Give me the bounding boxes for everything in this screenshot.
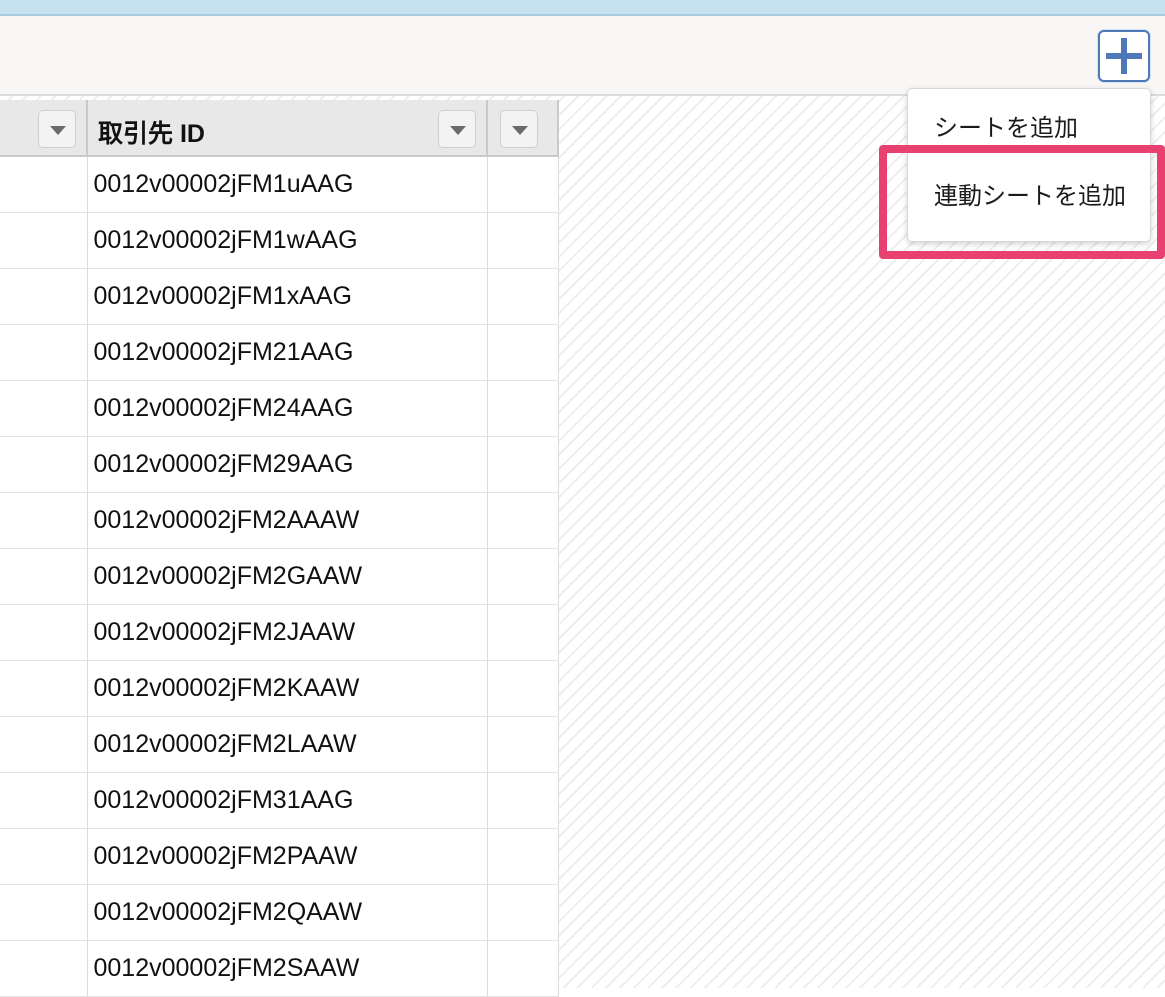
account-id-cell[interactable]: 0012v00002jFM29AAG xyxy=(87,436,488,493)
table-row[interactable]: 0012v00002jFM2JAAW xyxy=(0,604,559,661)
account-id-cell[interactable]: 0012v00002jFM1uAAG xyxy=(87,156,488,213)
account-id-cell[interactable]: 0012v00002jFM2QAAW xyxy=(87,884,488,941)
plus-icon xyxy=(1106,38,1142,74)
table-cell[interactable] xyxy=(0,716,88,773)
table-cell[interactable] xyxy=(0,324,88,381)
column-header xyxy=(0,100,88,157)
table-cell[interactable] xyxy=(0,268,88,325)
table-row[interactable]: 0012v00002jFM2KAAW xyxy=(0,660,559,717)
column-header-account-id: 取引先 ID xyxy=(87,100,488,157)
table-cell[interactable] xyxy=(0,436,88,493)
add-sheet-button[interactable] xyxy=(1098,30,1150,82)
menu-item-add-linked-sheet[interactable]: 連動シートを追加 xyxy=(908,169,1150,225)
table-cell[interactable] xyxy=(487,324,559,381)
table-cell[interactable] xyxy=(0,380,88,437)
table-cell[interactable] xyxy=(487,156,559,213)
column-menu-button[interactable] xyxy=(38,110,76,148)
account-id-cell[interactable]: 0012v00002jFM2LAAW xyxy=(87,716,488,773)
sheet-toolbar xyxy=(0,16,1165,96)
table-cell[interactable] xyxy=(487,828,559,885)
table-row[interactable]: 0012v00002jFM21AAG xyxy=(0,324,559,381)
account-id-cell[interactable]: 0012v00002jFM2AAAW xyxy=(87,492,488,549)
table-row[interactable]: 0012v00002jFM2GAAW xyxy=(0,548,559,605)
account-id-cell[interactable]: 0012v00002jFM2JAAW xyxy=(87,604,488,661)
account-id-cell[interactable]: 0012v00002jFM2GAAW xyxy=(87,548,488,605)
table-cell[interactable] xyxy=(487,268,559,325)
window-top-bar xyxy=(0,0,1165,16)
table-row[interactable]: 0012v00002jFM1xAAG xyxy=(0,268,559,325)
account-id-cell[interactable]: 0012v00002jFM1wAAG xyxy=(87,212,488,269)
table-cell[interactable] xyxy=(0,660,88,717)
table-row[interactable]: 0012v00002jFM29AAG xyxy=(0,436,559,493)
table-cell[interactable] xyxy=(487,380,559,437)
table-row[interactable]: 0012v00002jFM2QAAW xyxy=(0,884,559,941)
table-cell[interactable] xyxy=(0,492,88,549)
table-cell[interactable] xyxy=(487,436,559,493)
account-id-cell[interactable]: 0012v00002jFM24AAG xyxy=(87,380,488,437)
table-cell[interactable] xyxy=(487,772,559,829)
header-row: 取引先 ID xyxy=(0,100,559,157)
table-cell[interactable] xyxy=(487,492,559,549)
menu-item-add-sheet[interactable]: シートを追加 xyxy=(908,101,1150,157)
account-id-cell[interactable]: 0012v00002jFM31AAG xyxy=(87,772,488,829)
account-id-cell[interactable]: 0012v00002jFM1xAAG xyxy=(87,268,488,325)
add-sheet-menu: シートを追加 連動シートを追加 xyxy=(907,88,1151,242)
table-cell[interactable] xyxy=(487,660,559,717)
table-cell[interactable] xyxy=(0,548,88,605)
account-id-cell[interactable]: 0012v00002jFM2KAAW xyxy=(87,660,488,717)
table-cell[interactable] xyxy=(0,156,88,213)
table-cell[interactable] xyxy=(0,772,88,829)
table-row[interactable]: 0012v00002jFM1uAAG xyxy=(0,156,559,213)
table-cell[interactable] xyxy=(487,548,559,605)
data-table: 取引先 ID 0012v00002jFM1uAAG 0012v00002jFM1w… xyxy=(0,100,559,997)
table-row[interactable]: 0012v00002jFM24AAG xyxy=(0,380,559,437)
table-row[interactable]: 0012v00002jFM2LAAW xyxy=(0,716,559,773)
account-id-cell[interactable]: 0012v00002jFM21AAG xyxy=(87,324,488,381)
table-cell[interactable] xyxy=(0,828,88,885)
table-cell[interactable] xyxy=(0,212,88,269)
table-cell[interactable] xyxy=(0,604,88,661)
table-cell[interactable] xyxy=(487,212,559,269)
column-header xyxy=(487,100,559,157)
column-header-label: 取引先 ID xyxy=(98,120,205,148)
table-cell[interactable] xyxy=(487,604,559,661)
table-row[interactable]: 0012v00002jFM31AAG xyxy=(0,772,559,829)
table-cell[interactable] xyxy=(487,884,559,941)
table-cell[interactable] xyxy=(0,884,88,941)
table-row[interactable]: 0012v00002jFM2AAAW xyxy=(0,492,559,549)
table-cell[interactable] xyxy=(487,716,559,773)
column-menu-button[interactable] xyxy=(500,110,538,148)
table-row[interactable]: 0012v00002jFM2PAAW xyxy=(0,828,559,885)
account-id-cell[interactable]: 0012v00002jFM2PAAW xyxy=(87,828,488,885)
table-row[interactable]: 0012v00002jFM1wAAG xyxy=(0,212,559,269)
column-menu-button[interactable] xyxy=(438,110,476,148)
